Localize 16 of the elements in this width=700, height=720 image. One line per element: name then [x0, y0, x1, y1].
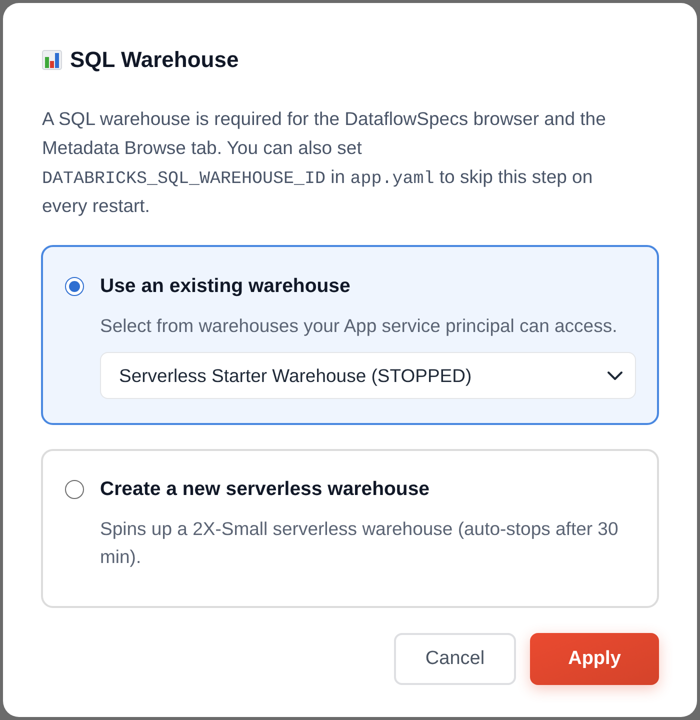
chevron-down-icon	[607, 370, 623, 380]
bar-chart-icon	[42, 50, 62, 70]
warehouse-select[interactable]: Serverless Starter Warehouse (STOPPED)	[100, 352, 636, 399]
radio-button[interactable]	[65, 480, 84, 498]
dialog-title: SQL Warehouse	[70, 46, 239, 74]
option-label: Create a new serverless warehouse	[100, 477, 430, 502]
option-hint: Spins up a 2X-Small serverless warehouse (auto-stops after 30 min).	[100, 517, 620, 569]
radio-button[interactable]	[65, 276, 84, 296]
option-card[interactable]: Use an existing warehouse Select from warehouses your App service principal can access. Serverless Starter Warehouse (STOPPED)	[41, 245, 659, 425]
select-value: Serverless Starter Warehouse (STOPPED)	[119, 364, 472, 388]
option-label: Use an existing warehouse	[100, 274, 350, 299]
apply-button[interactable]: Apply	[530, 633, 659, 685]
cancel-button[interactable]: Cancel	[394, 633, 516, 685]
option-card[interactable]: Create a new serverless warehouse Spins up a 2X-Small serverless warehouse (auto-stops after 30 min).	[41, 449, 659, 608]
option-hint: Select from warehouses your App service principal can access.	[100, 314, 618, 338]
dialog-description: A SQL warehouse is required for the DataflowSpecs browser and the Metadata Browse tab. You can also set DATABRICKS_SQL_WAREHOUSE_ID in app.yaml to skip this step on every restart.	[41, 107, 607, 218]
